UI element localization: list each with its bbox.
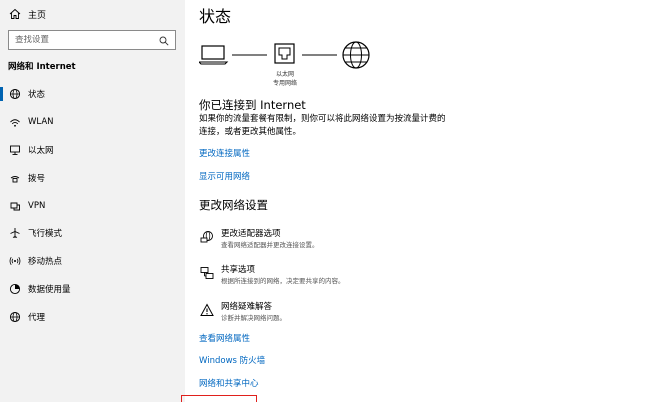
- sidebar-item-label: 拨号: [28, 173, 46, 184]
- network-type-label: 专用网络: [272, 80, 297, 87]
- sidebar-item-label: WLAN: [28, 116, 54, 127]
- option-title: 更改适配器选项: [221, 229, 281, 239]
- change-connection-properties-link[interactable]: 更改连接属性: [199, 147, 250, 159]
- sidebar-nav: 状态 WLAN 以太网 拨号 VPN 飞行模式 移动热点 数据使用量 代理: [0, 80, 185, 331]
- home-link[interactable]: 主页: [8, 6, 46, 22]
- hotspot-icon: [8, 254, 22, 268]
- home-icon: [8, 7, 22, 21]
- page-title: 状态: [199, 7, 232, 26]
- sidebar-item-hotspot[interactable]: 移动热点: [0, 247, 185, 275]
- sidebar-item-proxy[interactable]: 代理: [0, 303, 185, 331]
- sharing-options-item[interactable]: 共享选项 根据所连接到的网络，决定要共享的内容。: [199, 265, 345, 286]
- sharing-icon: [199, 266, 215, 282]
- main-content: 状态 以太网 专用网络 你已连接到 Internet 如果你的流量套餐有限制，则…: [185, 0, 650, 402]
- laptop-icon: [199, 45, 229, 65]
- adapter-options-item[interactable]: 更改适配器选项 查看网络适配器并更改连接设置。: [199, 229, 319, 250]
- sidebar-item-airplane[interactable]: 飞行模式: [0, 219, 185, 247]
- home-label: 主页: [28, 10, 47, 21]
- ethernet-adapter-icon: [274, 43, 295, 64]
- troubleshoot-warning-icon: [199, 303, 215, 319]
- network-troubleshooter-item[interactable]: 网络疑难解答 诊断并解决网络问题。: [199, 302, 286, 323]
- search-box[interactable]: [8, 30, 176, 50]
- sidebar-item-label: 飞行模式: [28, 229, 63, 240]
- dialup-icon: [8, 171, 22, 185]
- network-status-diagram: 以太网 专用网络: [199, 38, 399, 98]
- connected-description: 如果你的流量套餐有限制，则你可以将此网络设置为按流量计费的连接，或者更改其他属性…: [199, 114, 446, 137]
- sidebar-item-vpn[interactable]: VPN: [0, 192, 185, 220]
- option-description: 诊断并解决网络问题。: [221, 314, 286, 322]
- data-usage-icon: [8, 282, 22, 296]
- sidebar-item-label: VPN: [28, 200, 46, 211]
- sidebar-item-status[interactable]: 状态: [0, 80, 185, 108]
- network-sharing-center-link[interactable]: 网络和共享中心: [199, 377, 259, 389]
- proxy-globe-icon: [8, 310, 22, 324]
- search-input[interactable]: [15, 35, 159, 45]
- option-description: 查看网络适配器并更改连接设置。: [221, 241, 319, 249]
- change-settings-heading: 更改网络设置: [199, 198, 268, 212]
- vpn-icon: [8, 199, 22, 213]
- airplane-icon: [8, 226, 22, 240]
- highlight-box: [181, 395, 257, 402]
- ethernet-label: 以太网: [275, 71, 294, 78]
- show-available-networks-link[interactable]: 显示可用网络: [199, 170, 250, 182]
- option-title: 网络疑难解答: [221, 302, 273, 312]
- search-icon[interactable]: [159, 31, 169, 50]
- sidebar-item-wlan[interactable]: WLAN: [0, 108, 185, 136]
- adapter-icon: [199, 230, 215, 246]
- view-network-properties-link[interactable]: 查看网络属性: [199, 332, 250, 344]
- option-description: 根据所连接到的网络，决定要共享的内容。: [221, 277, 345, 285]
- windows-firewall-link[interactable]: Windows 防火墙: [199, 354, 265, 366]
- sidebar-item-label: 代理: [28, 313, 46, 324]
- sidebar: 主页 网络和 Internet 状态 WLAN 以太网: [0, 0, 185, 402]
- sidebar-item-label: 数据使用量: [28, 285, 71, 296]
- sidebar-item-data-usage[interactable]: 数据使用量: [0, 275, 185, 303]
- sidebar-item-ethernet[interactable]: 以太网: [0, 136, 185, 164]
- internet-globe-icon: [342, 41, 370, 69]
- sidebar-item-dialup[interactable]: 拨号: [0, 164, 185, 192]
- option-title: 共享选项: [221, 265, 256, 275]
- status-globe-icon: [8, 87, 22, 101]
- sidebar-item-label: 以太网: [28, 145, 54, 156]
- ethernet-icon: [8, 143, 22, 157]
- wifi-icon: [8, 115, 22, 129]
- section-title: 网络和 Internet: [8, 62, 76, 72]
- sidebar-item-label: 移动热点: [28, 257, 63, 268]
- sidebar-item-label: 状态: [28, 89, 46, 100]
- connected-heading: 你已连接到 Internet: [199, 98, 306, 112]
